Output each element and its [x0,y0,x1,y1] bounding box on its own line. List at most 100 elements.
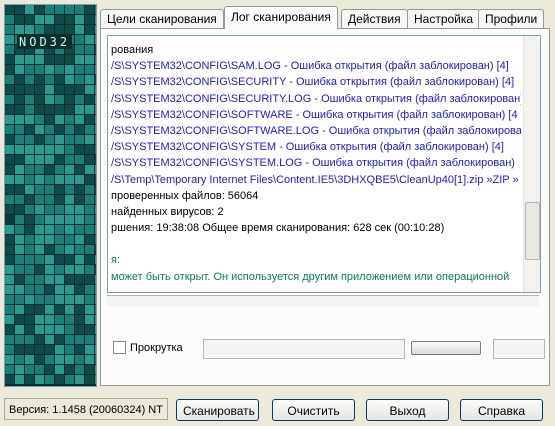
matrix-cell [45,125,54,134]
matrix-cell [55,5,64,14]
matrix-cell [15,65,24,74]
clear-button[interactable]: Очистить [272,399,355,421]
matrix-cell [85,335,94,344]
matrix-cell [25,135,34,144]
matrix-cell [75,255,84,264]
help-button[interactable]: Справка [460,399,543,421]
matrix-cell [95,175,96,184]
matrix-cell [15,375,24,384]
matrix-cell [15,175,24,184]
matrix-cell [65,315,74,324]
matrix-cell [25,205,34,214]
tab-scan-log[interactable]: Лог сканирования [224,6,338,29]
matrix-cell [65,295,74,304]
matrix-cell [75,315,84,324]
matrix-cell [75,195,84,204]
matrix-cell [25,235,34,244]
matrix-cell [55,235,64,244]
matrix-cell [5,115,14,124]
matrix-cell [95,255,96,264]
matrix-cell [15,145,24,154]
matrix-cell [55,135,64,144]
autoscroll-checkbox[interactable] [113,341,126,354]
matrix-cell [85,185,94,194]
log-lines: рования/S\SYSTEM32\CONFIG\SAM.LOG - Ошиб… [111,42,521,285]
autoscroll-label: Прокрутка [130,341,183,354]
matrix-cell [85,25,94,34]
matrix-cell [65,235,74,244]
matrix-cell [85,15,94,24]
log-horizontal-scrollbar[interactable] [107,295,539,306]
matrix-cell [65,105,74,114]
matrix-cell [55,65,64,74]
matrix-cell [45,145,54,154]
matrix-cell [75,305,84,314]
matrix-cell [65,95,74,104]
matrix-cell [55,225,64,234]
matrix-cell [85,115,94,124]
matrix-cell [65,225,74,234]
tab-actions[interactable]: Действия [341,9,408,28]
scan-button[interactable]: Сканировать [176,399,259,421]
matrix-cell [55,245,64,254]
matrix-cell [25,25,34,34]
matrix-cell [65,75,74,84]
exit-button[interactable]: Выход [366,399,449,421]
progress-field [203,339,405,359]
matrix-cell [5,215,14,224]
matrix-cell [45,365,54,374]
matrix-cell [65,155,74,164]
scan-log-textbox[interactable]: рования/S\SYSTEM32\CONFIG\SAM.LOG - Ошиб… [107,35,541,293]
matrix-cell [35,105,44,114]
matrix-cell [45,115,54,124]
matrix-cell [55,55,64,64]
matrix-cell [65,275,74,284]
matrix-cell [15,185,24,194]
matrix-cell [45,95,54,104]
matrix-cell [95,155,96,164]
matrix-cell [15,255,24,264]
matrix-cell [5,25,14,34]
matrix-cell [5,5,14,14]
matrix-cell [65,285,74,294]
matrix-cell [85,135,94,144]
matrix-cell [25,115,34,124]
log-vertical-scrollbar[interactable] [523,36,540,292]
matrix-cell [75,175,84,184]
matrix-cell [65,125,74,134]
autoscroll-option[interactable]: Прокрутка [113,341,183,354]
matrix-cell [55,185,64,194]
matrix-cell [15,205,24,214]
tab-scan-targets[interactable]: Цели сканирования [100,9,224,28]
matrix-cell [75,125,84,134]
matrix-cell [75,375,84,384]
matrix-cell [85,345,94,354]
matrix-cell [35,95,44,104]
matrix-cell [35,65,44,74]
matrix-cell [5,315,14,324]
matrix-cell [65,215,74,224]
tab-settings[interactable]: Настройка [407,9,481,28]
matrix-cell [95,335,96,344]
matrix-cell [25,155,34,164]
version-label: Версия: 1.1458 (20060324) NT [4,398,168,420]
progress-slider-button[interactable] [411,341,481,355]
matrix-cell [5,185,14,194]
log-scroll-thumb[interactable] [525,202,540,260]
matrix-cell [35,315,44,324]
matrix-cell [95,265,96,274]
matrix-cell [35,115,44,124]
nod32-logo-panel: NOD32 [4,4,97,387]
matrix-cell [85,225,94,234]
matrix-cell [45,55,54,64]
matrix-cell [5,125,14,134]
matrix-cell [45,265,54,274]
log-line: может быть открыт. Он используется други… [111,270,510,283]
matrix-cell [75,205,84,214]
matrix-cell [35,295,44,304]
matrix-cell [15,275,24,284]
matrix-cell [65,375,74,384]
tab-profiles[interactable]: Профили [478,9,545,28]
matrix-cell [5,85,14,94]
matrix-cell [35,365,44,374]
